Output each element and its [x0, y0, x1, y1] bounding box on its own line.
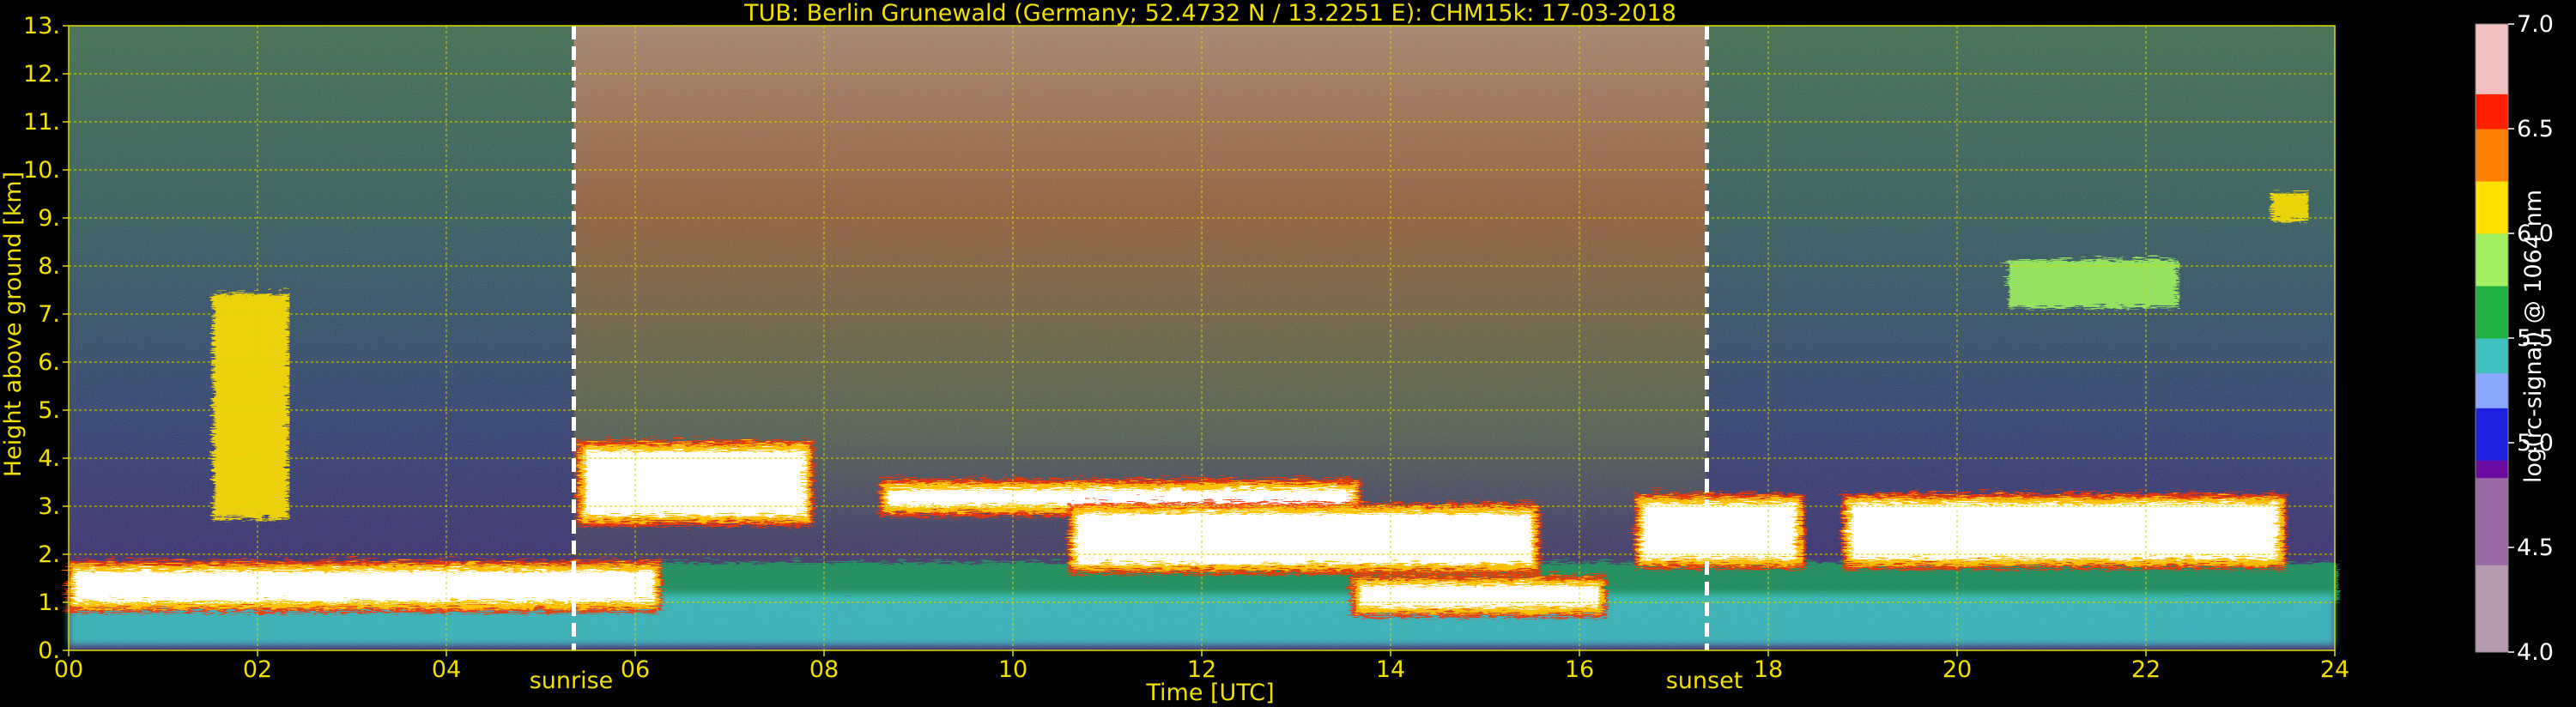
y-tick-label: 0. — [38, 638, 60, 664]
chart-title: TUB: Berlin Grunewald (Germany; 52.4732 … — [743, 0, 1676, 27]
colorbar-segment — [2476, 320, 2508, 339]
colorbar-segment — [2476, 512, 2508, 531]
colorbar-segment — [2476, 41, 2508, 60]
colorbar-segment — [2476, 58, 2508, 77]
colorbar-segment — [2476, 425, 2508, 444]
feature-low-cloud-deck — [64, 557, 659, 609]
colorbar-segment — [2476, 547, 2508, 565]
plot-area — [64, 26, 2335, 650]
colorbar-segment — [2476, 233, 2508, 251]
colorbar-tick-label: 4.0 — [2517, 639, 2554, 666]
y-tick-label: 3. — [38, 493, 60, 520]
x-tick-label: 18 — [1754, 656, 1783, 683]
x-tick-label: 20 — [1943, 656, 1972, 683]
feature-cirrus — [2004, 256, 2174, 305]
colorbar-segment — [2476, 24, 2508, 42]
colorbar-segment — [2476, 111, 2508, 130]
y-tick-label: 5. — [38, 397, 60, 424]
x-tick-label: 06 — [621, 656, 650, 683]
colorbar-segment — [2476, 94, 2508, 112]
colorbar-tick-label: 6.5 — [2517, 116, 2554, 142]
colorbar-segment — [2476, 251, 2508, 269]
feature-cloud-layer — [1064, 499, 1537, 571]
y-tick-label: 7. — [38, 301, 60, 328]
colorbar-segment — [2476, 460, 2508, 479]
sunrise-label: sunrise — [530, 668, 614, 694]
colorbar-segment — [2476, 355, 2508, 374]
x-tick-label: 22 — [2131, 656, 2161, 683]
y-tick-label: 11. — [23, 109, 60, 136]
colorbar-segment — [2476, 390, 2508, 408]
y-tick-label: 10. — [23, 157, 60, 184]
colorbar-segment — [2476, 372, 2508, 391]
colorbar-segment — [2476, 303, 2508, 322]
x-tick-label: 16 — [1565, 656, 1594, 683]
x-tick-label: 04 — [432, 656, 461, 683]
x-tick-label: 10 — [998, 656, 1027, 683]
y-axis-label: Height above ground [km] — [0, 172, 27, 477]
feature-cloud-layer — [573, 437, 810, 523]
colorbar-segment — [2476, 634, 2508, 653]
colorbar-segment — [2476, 617, 2508, 636]
colorbar-segment — [2476, 146, 2508, 165]
colorbar-segment — [2476, 600, 2508, 618]
colorbar-segment — [2476, 443, 2508, 461]
colorbar-tick-label: 4.5 — [2517, 535, 2554, 561]
y-tick-label: 4. — [38, 445, 60, 472]
colorbar-segment — [2476, 338, 2508, 356]
x-tick-label: 14 — [1376, 656, 1405, 683]
colorbar-segment — [2476, 529, 2508, 548]
colorbar-segment — [2476, 181, 2508, 199]
x-tick-label: 02 — [243, 656, 272, 683]
sunset-label: sunset — [1666, 668, 1743, 694]
colorbar-tick-label: 7.0 — [2517, 11, 2554, 38]
colorbar-label: log(rc-signal) @ 1064 nm — [2520, 190, 2547, 483]
feature-elevated-aerosol-plume — [210, 290, 286, 517]
y-tick-label: 13. — [23, 13, 60, 39]
y-tick-label: 8. — [38, 253, 60, 280]
colorbar-segment — [2476, 215, 2508, 234]
x-tick-label: 24 — [2320, 656, 2349, 683]
colorbar-segment — [2476, 286, 2508, 304]
colorbar-segment — [2476, 76, 2508, 94]
y-tick-label: 12. — [23, 61, 60, 88]
colorbar-segment — [2476, 268, 2508, 287]
colorbar-segment — [2476, 198, 2508, 217]
colorbar-segment — [2476, 163, 2508, 182]
lidar-chart: sunrise sunset 00 02 04 06 08 10 12 14 16 18 20 22 24… — [0, 0, 2554, 706]
colorbar-segment — [2476, 565, 2508, 583]
y-tick-label: 1. — [38, 589, 60, 616]
feature-cloud-layer — [1348, 571, 1603, 614]
colorbar-segment — [2476, 495, 2508, 513]
feature-cirrus — [2269, 189, 2306, 218]
colorbar-segment — [2476, 408, 2508, 426]
y-tick-label: 2. — [38, 541, 60, 568]
x-axis-label: Time [UTC] — [1145, 680, 1274, 706]
colorbar-segment — [2476, 129, 2508, 147]
colorbar-segment — [2476, 477, 2508, 496]
x-tick-label: 08 — [809, 656, 839, 683]
y-tick-label: 6. — [38, 349, 60, 376]
colorbar-segment — [2476, 582, 2508, 601]
y-tick-label: 9. — [38, 205, 60, 232]
